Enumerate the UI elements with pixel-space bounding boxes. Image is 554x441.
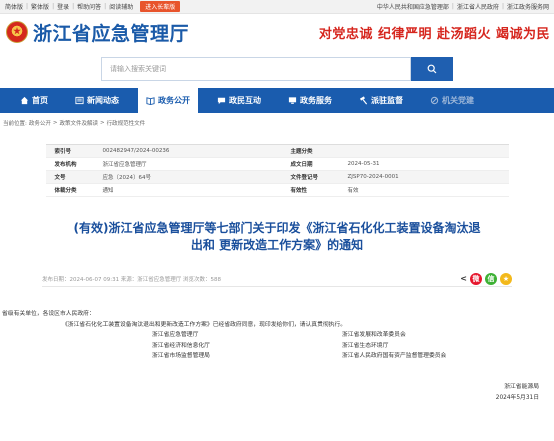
wechat-icon[interactable]: 信 <box>485 272 497 285</box>
document-body: 省级有关单位，各设区市人民政府： 《浙江省石化化工装置设备淘汰退出和更新改造工作… <box>0 309 554 401</box>
meta-value: 浙江省应急管理厅 <box>102 162 147 168</box>
breadcrumb-sep: > <box>52 120 58 126</box>
meta-key: 文件登记号 <box>290 175 319 181</box>
site-title: 浙江省应急管理厅 <box>33 22 190 45</box>
breadcrumb-link[interactable]: 行政规范性文件 <box>106 119 147 127</box>
nav-gov-affairs[interactable]: 政务公开 <box>138 88 198 113</box>
issuing-unit: 浙江省经济和信息化厅 <box>152 342 210 349</box>
home-icon <box>20 96 29 105</box>
weibo-icon[interactable]: 微 <box>470 272 482 285</box>
search-input[interactable]: 请输入搜索关键词 <box>101 56 411 81</box>
meta-value: 应急〔2024〕64号 <box>102 175 152 181</box>
newspaper-icon <box>75 96 84 105</box>
book-icon <box>146 97 155 105</box>
meta-value: 通知 <box>102 188 114 194</box>
document-meta-table: 索引号 002482947/2024-00236 主题分类 发布机构 浙江省应急… <box>45 144 509 197</box>
traditional-link[interactable]: 繁体版 <box>28 2 52 11</box>
province-gov-link[interactable]: 浙江省人民政府 <box>454 2 502 11</box>
issuing-unit: 浙江省人民政府国有资产监督管理委员会 <box>342 353 447 359</box>
search-bar: 请输入搜索关键词 <box>0 50 554 87</box>
meta-key: 发布机构 <box>54 162 77 168</box>
search-box: 请输入搜索关键词 <box>101 56 453 81</box>
nav-label: 机关党建 <box>442 96 474 105</box>
elder-mode-button[interactable]: 进入长辈版 <box>140 1 181 12</box>
main-nav: 首页 新闻动态 政务公开 政民互动 政务服务 派驻监督 机关党建 <box>0 88 554 113</box>
meta-row: 发布机构 浙江省应急管理厅 成文日期 2024-05-31 <box>45 158 509 171</box>
top-links-right: 中华人民共和国应急管理部 | 浙江省人民政府 | 浙江政务服务网 <box>374 2 552 11</box>
party-icon <box>430 96 439 105</box>
breadcrumb: 当前位置: 政务公开 > 政策文件及解读 > 行政规范性文件 <box>0 113 554 133</box>
simplified-link[interactable]: 简体版 <box>2 2 26 11</box>
meta-key: 索引号 <box>54 149 72 155</box>
meta-key: 体裁分类 <box>54 188 77 194</box>
nav-home[interactable]: 首页 <box>12 88 56 113</box>
breadcrumb-prefix: 当前位置: <box>3 121 27 127</box>
publish-info: 发布日期：2024-06-07 09:31 来源：浙江省应急管理厅 浏览次数：5… <box>42 276 222 283</box>
nav-news[interactable]: 新闻动态 <box>67 88 127 113</box>
service-net-link[interactable]: 浙江政务服务网 <box>504 2 552 11</box>
document-title: (有效)浙江省应急管理厅等七部门关于印发《浙江省石化化工装置设备淘汰退 出和 更… <box>42 220 512 254</box>
issuing-units: 浙江省应急管理厅 浙江省发展和改革委员会 浙江省经济和信息化厅 浙江省生态环境厅… <box>2 330 554 362</box>
meta-key: 文号 <box>54 175 66 181</box>
nav-label: 新闻动态 <box>87 96 119 105</box>
share-bar: < 微 信 ★ <box>460 272 512 285</box>
nav-services[interactable]: 政务服务 <box>280 88 340 113</box>
breadcrumb-sep: > <box>100 120 105 126</box>
meta-value: 002482947/2024-00236 <box>102 148 170 154</box>
sign-org: 浙江省能源局 <box>504 384 539 390</box>
top-utility-bar: 简体版 | 繁体版 | 登录 | 帮助问答 | 阅读辅助 进入长辈版 中华人民共和国应急… <box>0 0 554 14</box>
meta-value: ZJSP70-2024-0001 <box>347 174 399 180</box>
meta-key: 有效性 <box>290 188 308 194</box>
nav-party[interactable]: 机关党建 <box>422 88 482 113</box>
ministry-link[interactable]: 中华人民共和国应急管理部 <box>374 2 452 11</box>
meta-row: 文号 应急〔2024〕64号 文件登记号 ZJSP70-2024-0001 <box>45 171 509 184</box>
monitor-icon <box>288 97 297 104</box>
national-emblem-icon <box>6 21 28 43</box>
help-link[interactable]: 帮助问答 <box>74 2 104 11</box>
meta-value: 2024-05-31 <box>347 161 380 167</box>
nav-label: 政民互动 <box>229 96 261 105</box>
reading-aid-link[interactable]: 阅读辅助 <box>106 2 136 11</box>
chat-icon <box>217 97 226 105</box>
site-brand[interactable]: 浙江省应急管理厅 <box>6 19 189 46</box>
login-link[interactable]: 登录 <box>54 2 72 11</box>
site-slogan: 对党忠诚 纪律严明 赴汤蹈火 竭诚为民 <box>318 26 550 42</box>
nav-label: 首页 <box>32 96 48 105</box>
title-line: (有效)浙江省应急管理厅等七部门关于印发《浙江省石化化工装置设备淘汰退 <box>73 221 481 235</box>
nav-interaction[interactable]: 政民互动 <box>209 88 269 113</box>
meta-row: 索引号 002482947/2024-00236 主题分类 <box>45 145 509 158</box>
title-line: 出和 更新改造工作方案》的通知 <box>190 238 364 252</box>
publish-info-bar: 发布日期：2024-06-07 09:31 来源：浙江省应急管理厅 浏览次数：5… <box>42 271 512 287</box>
meta-key: 成文日期 <box>290 162 313 168</box>
hammer-icon <box>359 96 368 105</box>
breadcrumb-link[interactable]: 政务公开 <box>28 119 52 127</box>
issuing-unit: 浙江省市场监督管理局 <box>152 353 210 359</box>
qzone-icon[interactable]: ★ <box>500 272 512 285</box>
breadcrumb-link[interactable]: 政策文件及解读 <box>58 119 99 127</box>
issuing-unit: 浙江省生态环境厅 <box>342 342 389 349</box>
salutation: 省级有关单位，各设区市人民政府： <box>2 311 95 317</box>
meta-value: 有效 <box>347 188 359 194</box>
nav-label: 政务公开 <box>158 96 190 105</box>
issuing-unit: 浙江省发展和改革委员会 <box>342 332 406 338</box>
share-icon[interactable]: < <box>460 274 467 283</box>
nav-label: 政务服务 <box>300 96 332 105</box>
top-links-left: 简体版 | 繁体版 | 登录 | 帮助问答 | 阅读辅助 进入长辈版 <box>2 1 181 12</box>
search-icon <box>427 64 437 73</box>
meta-key: 主题分类 <box>290 149 313 155</box>
search-button[interactable] <box>411 56 453 81</box>
body-paragraph: 《浙江省石化化工装置设备淘汰退出和更新改造工作方案》已经省政府同意，现印发给你们… <box>62 321 347 328</box>
meta-row: 体裁分类 通知 有效性 有效 <box>45 184 509 197</box>
nav-label: 派驻监督 <box>371 96 403 105</box>
site-header: 浙江省应急管理厅 对党忠诚 纪律严明 赴汤蹈火 竭诚为民 <box>0 14 554 50</box>
sign-date: 2024年5月31日 <box>495 395 539 401</box>
issuing-unit: 浙江省应急管理厅 <box>152 332 199 338</box>
nav-supervision[interactable]: 派驻监督 <box>351 88 411 113</box>
